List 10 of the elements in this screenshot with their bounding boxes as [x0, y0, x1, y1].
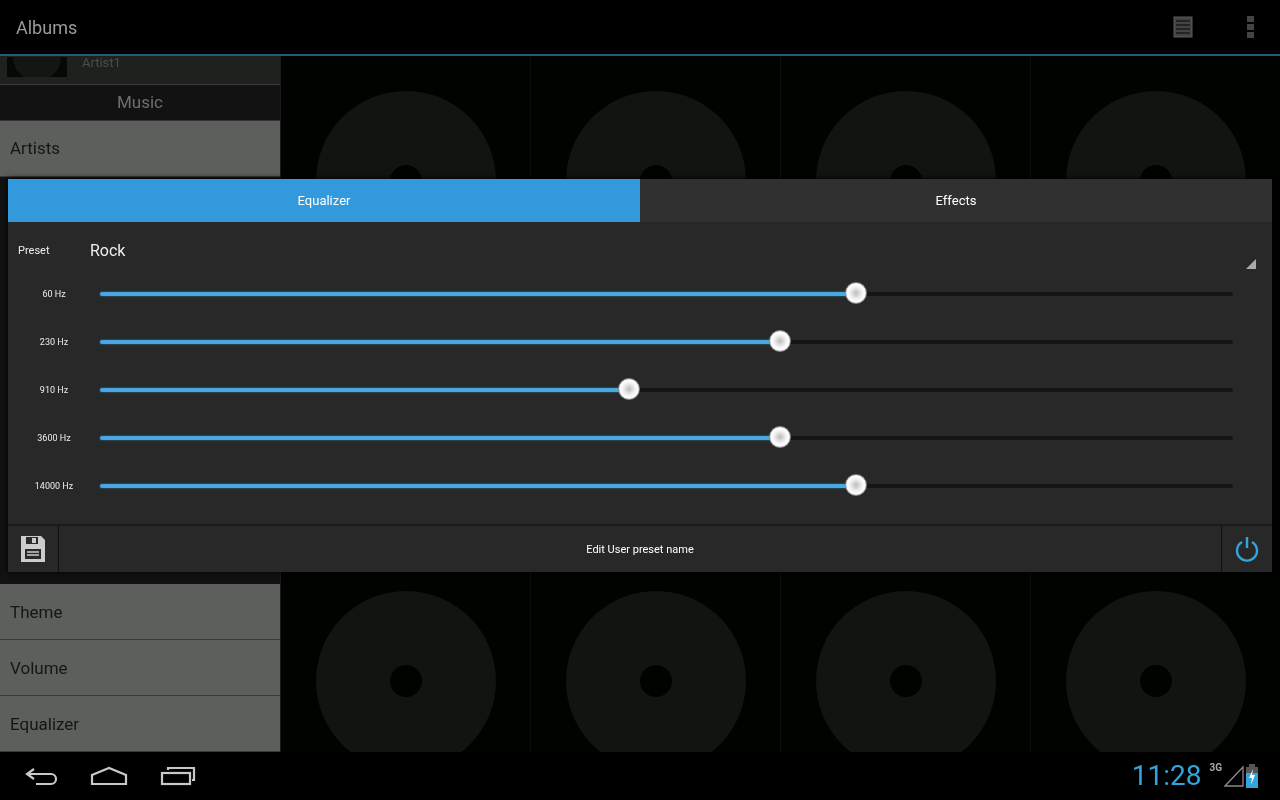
app-title: Albums — [16, 16, 78, 38]
band-label: 60 Hz — [41, 289, 67, 300]
clock: 11:28 — [1131, 762, 1202, 790]
band-label: 14000 Hz — [33, 481, 75, 492]
preset-label: Preset — [17, 244, 51, 258]
band-label: 3600 Hz — [36, 433, 72, 444]
band-label: 910 Hz — [38, 385, 70, 396]
band-label: 230 Hz — [38, 337, 70, 348]
section-header: Music — [0, 84, 280, 121]
network-type: 3G — [1209, 762, 1222, 773]
